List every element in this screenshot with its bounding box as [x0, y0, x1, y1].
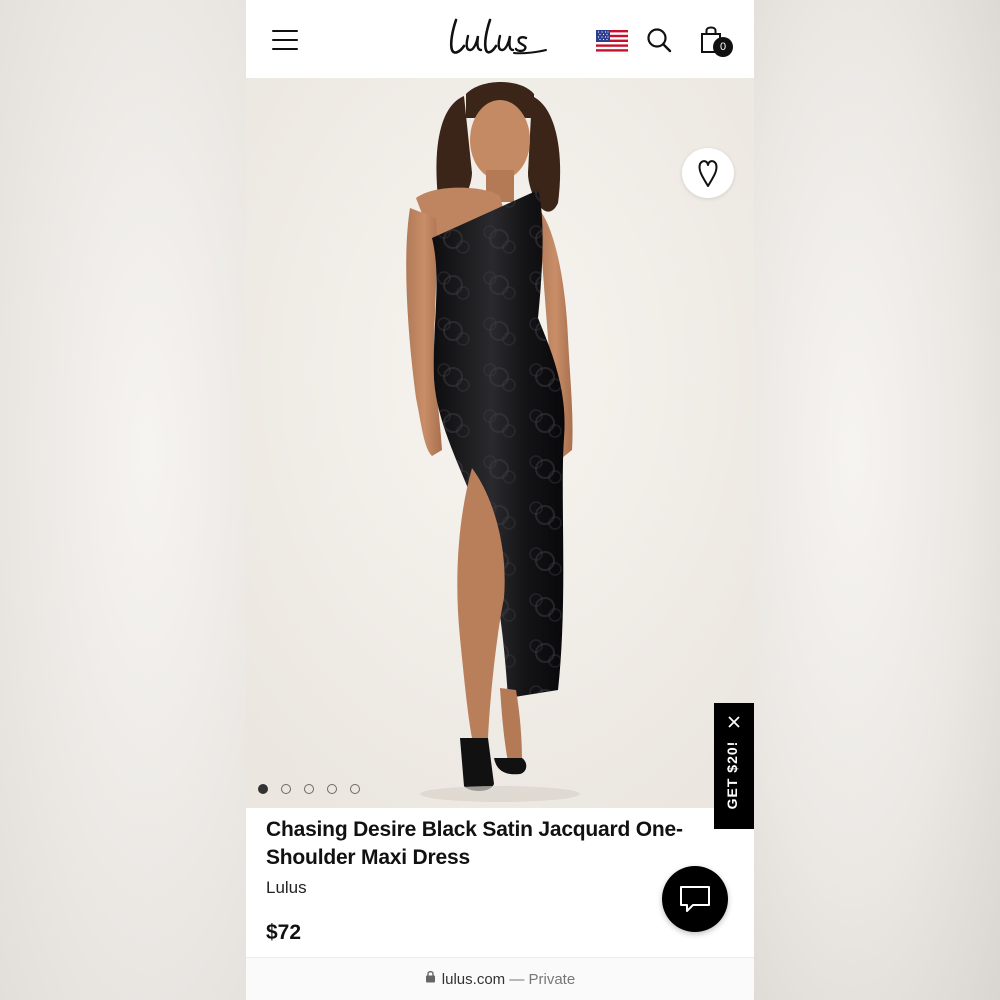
promo-tab[interactable]: GET $20! — [714, 703, 754, 829]
background-right — [754, 0, 1000, 1000]
url-domain: lulus.com — [441, 971, 506, 988]
carousel-dot-3[interactable] — [304, 784, 314, 794]
carousel-indicator — [258, 784, 360, 796]
background-left — [0, 0, 246, 1000]
product-price: $72 — [266, 921, 302, 944]
carousel-dot-1[interactable] — [258, 784, 268, 794]
carousel-dot-2[interactable] — [281, 784, 291, 794]
browsing-mode: Private — [528, 971, 576, 988]
promo-label[interactable]: GET $20! — [724, 729, 744, 821]
chat-bubble-icon — [680, 886, 710, 912]
brand-logo[interactable] — [446, 14, 556, 62]
lock-icon — [425, 957, 436, 1000]
search-icon[interactable] — [646, 27, 672, 53]
site-header: 0 — [246, 0, 754, 78]
browser-url-bar[interactable]: lulus.com — Private — [246, 957, 754, 1000]
product-image[interactable] — [246, 78, 754, 808]
product-brand[interactable]: Lulus — [266, 878, 307, 898]
us-flag-icon[interactable] — [595, 29, 629, 55]
cart-count-badge: 0 — [713, 37, 733, 57]
heart-icon[interactable] — [682, 148, 734, 198]
hamburger-menu-icon[interactable] — [272, 30, 298, 50]
product-title: Chasing Desire Black Satin Jacquard One-… — [266, 818, 683, 869]
chat-button[interactable] — [662, 866, 728, 932]
url-separator: — — [509, 971, 525, 988]
mobile-page: 0 GET $20! Chasing Desire Black Satin Ja… — [246, 0, 754, 1000]
carousel-dot-4[interactable] — [327, 784, 337, 794]
carousel-dot-5[interactable] — [350, 784, 360, 794]
model-photo — [246, 78, 754, 808]
